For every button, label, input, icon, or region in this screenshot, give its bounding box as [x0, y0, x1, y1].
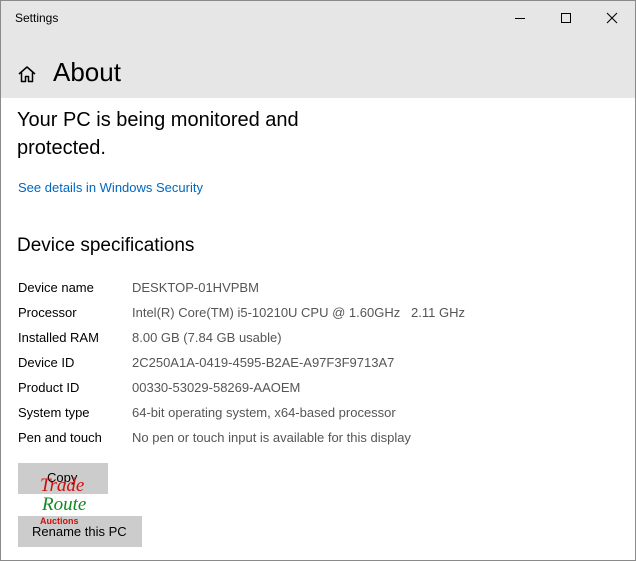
spec-value: 64-bit operating system, x64-based proce… [132, 405, 396, 420]
page-title: About [53, 57, 121, 87]
device-specifications-heading: Device specifications [17, 235, 195, 256]
page-header: About [1, 35, 635, 98]
svg-text:Trade: Trade [40, 475, 84, 496]
maximize-button[interactable] [543, 1, 589, 35]
security-status-text: Your PC is being monitored and protected… [17, 109, 299, 159]
spec-value: 2C250A1A-0419-4595-B2AE-A97F3F9713A7 [132, 355, 395, 370]
spec-label: Processor [18, 305, 77, 320]
content-area: Your PC is being monitored and protected… [1, 98, 635, 560]
windows-security-link[interactable]: See details in Windows Security [18, 180, 203, 195]
spec-label: Installed RAM [18, 330, 99, 345]
svg-text:Auctions: Auctions [40, 516, 79, 526]
window-title: Settings [15, 11, 59, 25]
spec-label: Device name [18, 280, 94, 295]
svg-text:Route: Route [41, 494, 86, 515]
minimize-button[interactable] [497, 1, 543, 35]
home-icon[interactable] [17, 65, 37, 88]
close-icon [606, 12, 618, 24]
spec-label: Device ID [18, 355, 75, 370]
spec-value: Intel(R) Core(TM) i5-10210U CPU @ 1.60GH… [132, 305, 465, 320]
close-button[interactable] [589, 1, 635, 35]
title-bar[interactable]: Settings [1, 1, 635, 35]
spec-label: System type [18, 405, 90, 420]
spec-label: Product ID [18, 380, 80, 395]
spec-value: 8.00 GB (7.84 GB usable) [132, 330, 282, 345]
minimize-icon [515, 18, 525, 19]
maximize-icon [561, 13, 571, 23]
spec-value: 00330-53029-58269-AAOEM [132, 380, 301, 395]
settings-window: Settings About Your PC is being monitore… [0, 0, 636, 561]
spec-value: DESKTOP-01HVPBM [132, 280, 259, 295]
spec-label: Pen and touch [18, 430, 102, 445]
spec-value: No pen or touch input is available for t… [132, 430, 411, 445]
trade-route-auctions-watermark: Trade Route Auctions [38, 473, 100, 529]
